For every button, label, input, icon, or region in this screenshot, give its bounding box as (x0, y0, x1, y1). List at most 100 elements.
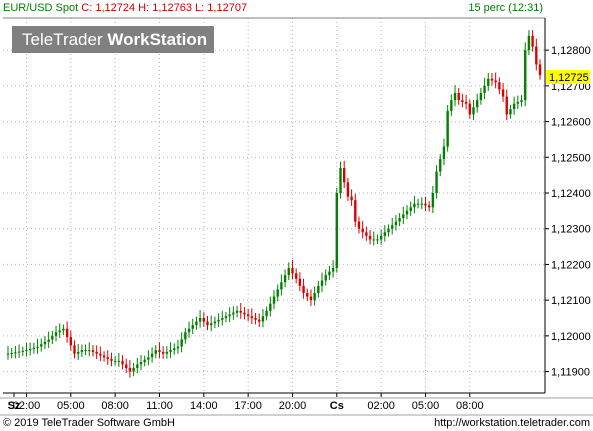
candle-body (509, 109, 512, 115)
y-tick-label: 1,12500 (551, 152, 591, 164)
candle-body (258, 319, 261, 322)
x-tick-label: 14:00 (190, 400, 218, 412)
candle-body (187, 328, 191, 333)
candle-body (291, 268, 294, 274)
y-tick-label: 1,12300 (551, 224, 591, 236)
candle-body (150, 353, 154, 358)
candle-body (475, 100, 479, 108)
candle-body (320, 280, 324, 286)
candle-body (501, 89, 505, 97)
candle-body (342, 168, 346, 183)
candle-body (169, 350, 172, 352)
candle-body (339, 168, 342, 193)
candle-body (427, 205, 431, 208)
candle-body (202, 318, 206, 322)
x-tick-label: 08:00 (101, 400, 129, 412)
candle-body (402, 214, 405, 218)
candle-body (512, 103, 516, 110)
y-tick-label: 1,11900 (551, 367, 590, 379)
candle-body (128, 368, 132, 372)
candle-body (110, 359, 113, 361)
candle-body (232, 312, 235, 315)
candle-body (21, 350, 24, 352)
candle-body (379, 235, 383, 240)
candle-body (47, 339, 50, 342)
candle-body (132, 368, 135, 372)
candle-body (265, 310, 268, 317)
x-tick-label: 11:00 (146, 400, 173, 412)
x-tick-label: 20:00 (279, 400, 307, 412)
candle-body (324, 275, 327, 281)
candle-body (272, 296, 276, 304)
candle-body (405, 210, 409, 215)
candlestick-chart: 1,128001,127001,126001,125001,124001,123… (0, 17, 593, 416)
candle-body (494, 80, 497, 83)
candle-body (280, 282, 283, 290)
candle-body (217, 319, 220, 322)
candle-body (490, 78, 494, 81)
x-tick-label: 05:00 (57, 400, 85, 412)
candle-body (73, 345, 76, 354)
candle-body (346, 182, 350, 197)
y-tick-label: 1,12400 (551, 188, 591, 200)
candle-body (368, 235, 372, 240)
candle-body (498, 82, 501, 90)
candle-body (40, 344, 43, 347)
candle-body (209, 323, 213, 326)
candle-body (435, 171, 438, 193)
candle-body (361, 228, 364, 233)
candle-body (54, 332, 58, 336)
candle-body (372, 239, 375, 241)
candle-body (420, 203, 423, 205)
candle-body (158, 350, 161, 352)
candle-body (243, 312, 246, 315)
copyright-text: © 2019 TeleTrader Software GmbH (3, 417, 175, 429)
candle-body (43, 341, 47, 345)
candle-body (165, 351, 169, 354)
candle-body (117, 360, 121, 362)
candle-body (235, 310, 239, 313)
logo-part1: TeleTrader (22, 30, 103, 49)
x-tick-label: 02:00 (13, 400, 41, 412)
candle-body (69, 337, 73, 346)
candle-body (483, 85, 486, 93)
candle-body (487, 78, 490, 86)
candle-body (99, 353, 102, 356)
candle-body (246, 314, 250, 317)
candle-body (228, 314, 231, 317)
y-tick-label: 1,12600 (551, 117, 591, 129)
candle-body (80, 350, 84, 352)
candle-body (505, 96, 508, 115)
candle-body (276, 289, 279, 297)
candle-body (335, 193, 339, 268)
y-tick-label: 1,12200 (551, 259, 591, 271)
candle-body (239, 310, 242, 313)
candle-body (121, 360, 124, 365)
candle-body (106, 357, 109, 360)
y-tick-label: 1,12100 (551, 295, 591, 307)
candle-body (453, 93, 457, 101)
candle-body (254, 318, 257, 320)
candle-body (516, 101, 520, 104)
candle-body (62, 328, 65, 331)
candle-body (468, 103, 472, 115)
candle-body (154, 350, 157, 354)
candle-body (394, 221, 398, 226)
candle-body (269, 303, 272, 311)
candle-body (294, 273, 298, 279)
candle-body (113, 360, 117, 362)
candle-body (250, 316, 254, 318)
candle-body (464, 101, 468, 104)
candle-body (431, 193, 435, 208)
y-tick-label: 1,12000 (551, 331, 591, 343)
candle-body (143, 359, 146, 363)
source-url: http://workstation.teletrader.com (434, 417, 590, 429)
candle-body (391, 225, 394, 229)
candle-body (195, 321, 198, 326)
candle-body (309, 296, 313, 301)
candle-body (302, 285, 305, 293)
candle-body (213, 321, 217, 324)
candle-body (331, 268, 335, 272)
candle-body (439, 159, 442, 172)
candle-body (457, 93, 460, 101)
